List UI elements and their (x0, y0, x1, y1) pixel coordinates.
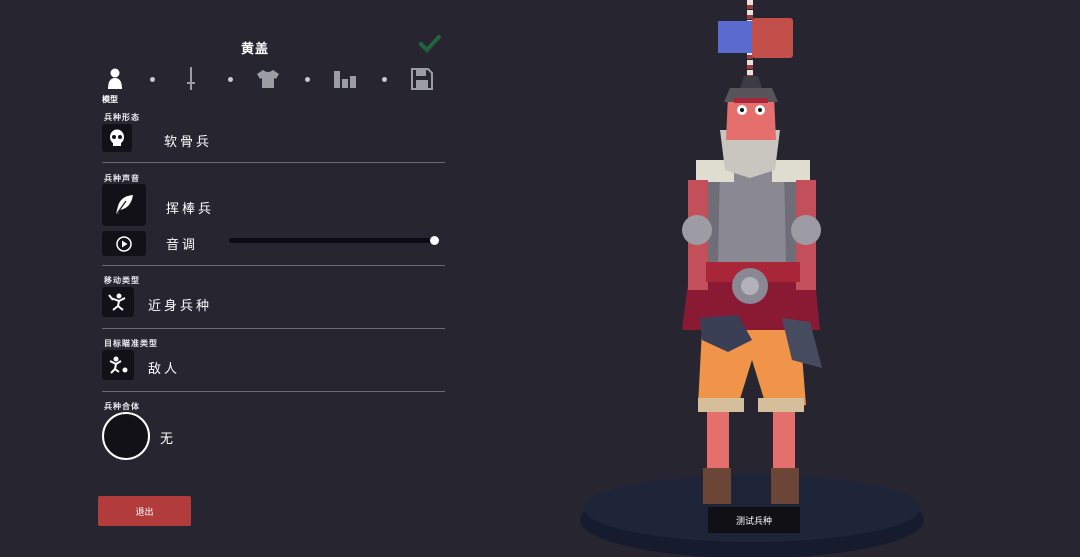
targeting-type-label: 目标瞄准类型 (104, 339, 158, 348)
tab-weapon[interactable] (176, 64, 206, 94)
tab-separator (150, 77, 155, 82)
shirt-icon (257, 70, 279, 88)
team-color-blue[interactable] (718, 21, 754, 53)
divider (102, 162, 445, 163)
divider (102, 265, 445, 266)
tab-separator (305, 77, 310, 82)
unit-form-icon-button[interactable] (102, 124, 132, 152)
buckle-center (741, 277, 759, 295)
unit-preview[interactable] (570, 0, 940, 557)
targeting-type-icon-button[interactable] (102, 350, 134, 380)
targeting-type-value[interactable]: 敌人 (148, 358, 180, 377)
right-pupil (758, 108, 762, 112)
tab-separator (382, 77, 387, 82)
left-leg (707, 405, 729, 475)
helmet-top (740, 76, 762, 88)
left-elbow-guard (682, 215, 712, 245)
person-icon (108, 68, 122, 89)
divider (102, 328, 445, 329)
pitch-slider[interactable] (229, 236, 439, 245)
exit-button[interactable]: 退出 (98, 496, 191, 526)
divider (102, 391, 445, 392)
helmet-band (734, 98, 768, 103)
movement-type-value[interactable]: 近身兵种 (148, 295, 212, 314)
skull-icon (110, 129, 124, 146)
right-boot (771, 468, 799, 504)
melee-icon (108, 293, 126, 311)
checkmark-icon[interactable] (418, 34, 442, 54)
team-color-red[interactable] (752, 18, 793, 58)
tab-model-label: 模型 (102, 95, 118, 104)
unit-merge-slot[interactable] (102, 412, 150, 460)
target-icon (109, 356, 128, 374)
movement-type-label: 移动类型 (104, 276, 140, 285)
tab-model[interactable] (100, 64, 130, 94)
unit-form-label: 兵种形态 (104, 113, 140, 122)
play-sound-button[interactable] (102, 231, 146, 256)
right-leg (773, 405, 795, 475)
floppy-disk-icon (411, 68, 433, 90)
unit-form-value[interactable]: 软骨兵 (164, 131, 212, 150)
right-elbow-guard (791, 215, 821, 245)
unit-merge-label: 兵种合体 (104, 402, 140, 411)
left-boot (703, 468, 731, 504)
unit-sound-icon-button[interactable] (102, 184, 146, 226)
test-unit-button[interactable]: 测试兵种 (708, 507, 800, 533)
movement-type-icon-button[interactable] (102, 287, 134, 317)
editor-tabs: 模型 (100, 64, 440, 104)
sword-icon (187, 67, 195, 90)
left-cuff (698, 398, 744, 412)
pitch-label: 音调 (166, 238, 199, 253)
unit-sound-label: 兵种声音 (104, 174, 140, 183)
tab-save[interactable] (407, 64, 437, 94)
play-icon (116, 235, 132, 252)
tab-stats[interactable] (330, 64, 360, 94)
unit-sound-value[interactable]: 挥棒兵 (166, 198, 214, 217)
tab-separator (228, 77, 233, 82)
tab-clothing[interactable] (253, 64, 283, 94)
pitch-slider-handle[interactable] (430, 236, 439, 245)
right-shoulder (772, 160, 810, 182)
right-cuff (758, 398, 804, 412)
feather-icon (115, 195, 133, 216)
unit-merge-value: 无 (160, 432, 177, 447)
left-pupil (740, 108, 744, 112)
bar-chart-icon (334, 71, 356, 88)
